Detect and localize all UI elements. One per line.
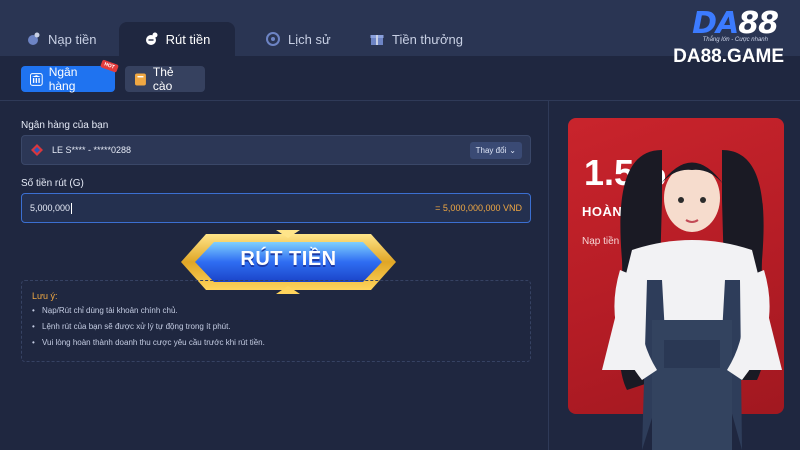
amount-converted: = 5,000,000,000 VND bbox=[435, 203, 522, 213]
change-label: Thay đổi bbox=[475, 146, 507, 155]
clock-icon bbox=[266, 32, 280, 46]
amount-value: 5,000,000 bbox=[30, 203, 71, 213]
note-item: Vui lòng hoàn thành doanh thu cược yêu c… bbox=[32, 338, 520, 347]
change-bank-button[interactable]: Thay đổi ⌄ bbox=[469, 142, 522, 159]
note-item: Lệnh rút của bạn sẽ được xử lý tự động t… bbox=[32, 322, 520, 331]
logo-slogan: Thắng lớn - Cược nhanh bbox=[702, 37, 768, 43]
subtab-card-label: Thẻ cào bbox=[152, 65, 174, 93]
brand-logo: DA88 Thắng lớn - Cược nhanh DA88.GAME bbox=[640, 4, 790, 68]
tab-deposit-label: Nạp tiền bbox=[48, 31, 97, 47]
mascot-illustration bbox=[602, 150, 782, 450]
note-title: Lưu ý: bbox=[32, 291, 58, 301]
amount-input[interactable]: 5,000,000 = 5,000,000,000 VND bbox=[21, 193, 531, 223]
bank-select[interactable]: LE S**** - *****0288 Thay đổi ⌄ bbox=[21, 135, 531, 165]
divider bbox=[0, 100, 800, 101]
subtab-bank[interactable]: Ngân hàng HOT bbox=[21, 59, 119, 93]
tab-withdraw-label: Rút tiền bbox=[165, 31, 211, 47]
logo-mark: DA88 bbox=[692, 6, 779, 41]
coin-minus-icon bbox=[145, 32, 158, 45]
withdraw-button-label: RÚT TIỀN bbox=[240, 248, 337, 270]
note-list: Nạp/Rút chỉ dùng tài khoản chính chủ. Lệ… bbox=[32, 306, 520, 347]
bank-icon bbox=[30, 72, 43, 86]
tab-bonus[interactable]: Tiền thưởng bbox=[370, 22, 463, 56]
bank-account-value: LE S**** - *****0288 bbox=[52, 145, 132, 155]
tab-deposit[interactable]: Nạp tiền bbox=[26, 22, 96, 56]
gift-icon bbox=[370, 35, 384, 45]
coin-plus-icon bbox=[28, 32, 40, 45]
subtab-bank-label: Ngân hàng bbox=[48, 65, 78, 93]
chevron-down-icon: ⌄ bbox=[509, 146, 516, 155]
card-icon bbox=[134, 73, 146, 85]
text-cursor bbox=[71, 202, 73, 214]
divider bbox=[548, 100, 549, 450]
tab-bonus-label: Tiền thưởng bbox=[392, 31, 463, 47]
bank-label: Ngân hàng của bạn bbox=[21, 120, 109, 131]
tab-withdraw[interactable]: Rút tiền bbox=[119, 22, 235, 56]
subtab-scratch-card[interactable]: Thẻ cào bbox=[125, 65, 205, 93]
bank-logo-icon bbox=[31, 144, 43, 156]
logo-site-name: DA88.GAME bbox=[673, 46, 784, 67]
tab-history[interactable]: Lịch sử bbox=[266, 22, 331, 56]
note-box: Lưu ý: Nạp/Rút chỉ dùng tài khoản chính … bbox=[21, 280, 531, 362]
amount-label: Số tiền rút (G) bbox=[21, 178, 84, 189]
note-item: Nạp/Rút chỉ dùng tài khoản chính chủ. bbox=[32, 306, 520, 315]
tab-history-label: Lịch sử bbox=[288, 31, 331, 47]
